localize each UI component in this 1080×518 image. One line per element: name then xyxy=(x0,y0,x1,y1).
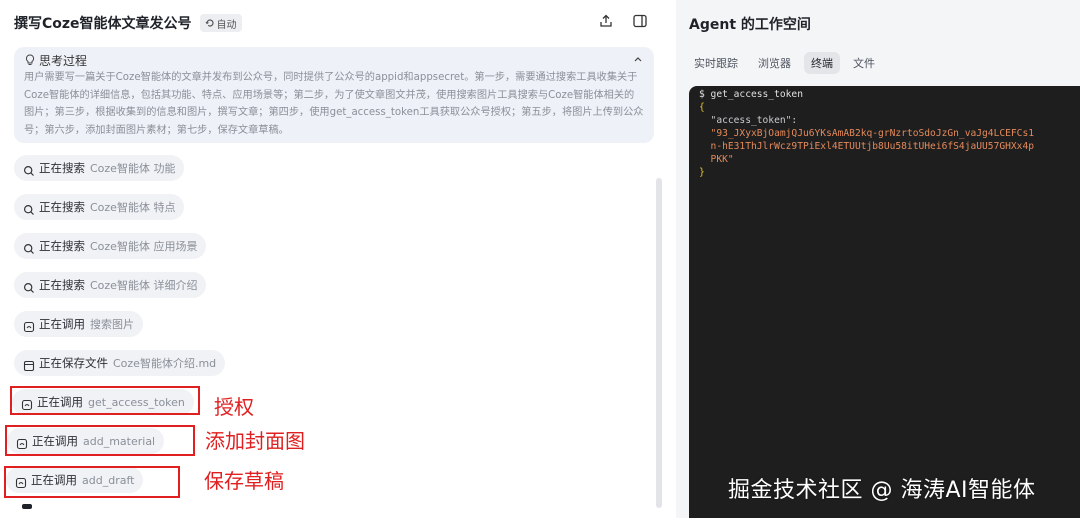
step-item[interactable]: 正在搜索 Coze智能体 特点 xyxy=(14,194,185,220)
chat-panel: 撰写Coze智能体文章发公号 自动 思考过程 用户需要写一篇关于Coze智能体的… xyxy=(0,0,668,518)
thinking-text: 用户需要写一篇关于Coze智能体的文章并发布到公众号，同时提供了公众号的appi… xyxy=(24,72,644,136)
auto-mode-badge[interactable]: 自动 xyxy=(199,14,242,32)
sidebar-toggle-icon[interactable] xyxy=(632,13,648,29)
step-target: 搜索图片 xyxy=(90,318,134,331)
step-item[interactable]: 正在搜索 Coze智能体 详细介绍 xyxy=(14,272,207,298)
thinking-header[interactable]: 思考过程 xyxy=(24,51,644,69)
step-target: Coze智能体 应用场景 xyxy=(90,240,198,253)
auto-mode-label: 自动 xyxy=(216,19,237,31)
highlight-box-auth xyxy=(10,386,200,415)
workspace-title: Agent 的工作空间 xyxy=(689,17,811,33)
step-item[interactable]: 正在搜索 Coze智能体 功能 xyxy=(14,155,185,181)
step-action: 正在搜索 xyxy=(39,161,85,175)
tab-live-tracking[interactable]: 实时跟踪 xyxy=(687,52,745,74)
step-item[interactable]: 正在调用 搜索图片 xyxy=(14,311,143,337)
step-action: 正在搜索 xyxy=(39,200,85,214)
step-action: 正在搜索 xyxy=(39,239,85,253)
terminal-output: $ get_access_token { "access_token": "93_… xyxy=(689,86,1080,518)
step-action: 正在调用 xyxy=(39,317,85,331)
terminal-line: } xyxy=(699,167,705,178)
search-icon xyxy=(23,240,35,254)
tab-terminal[interactable]: 终端 xyxy=(804,52,840,74)
terminal-line: "93_JXyxBjOamjQJu6YKsAmAB2kq-grNzrtoSdoJ… xyxy=(699,128,1035,139)
loading-indicator xyxy=(22,504,32,509)
task-title-bar: 撰写Coze智能体文章发公号 自动 xyxy=(14,12,242,34)
auto-mode-icon xyxy=(205,19,214,27)
annotation-draft: 保存草稿 xyxy=(204,469,284,493)
tab-files[interactable]: 文件 xyxy=(846,52,882,74)
annotation-auth: 授权 xyxy=(214,395,254,419)
highlight-box-material xyxy=(5,425,195,456)
terminal-line: PKK" xyxy=(699,154,734,165)
terminal-line: $ get_access_token xyxy=(699,89,803,100)
watermark: 掘金技术社区 @ 海涛AI智能体 xyxy=(728,478,1036,503)
highlight-box-draft xyxy=(4,466,180,498)
terminal-line: "access_token": xyxy=(699,115,798,126)
chat-scrollbar[interactable] xyxy=(656,178,662,508)
task-title: 撰写Coze智能体文章发公号 xyxy=(14,16,192,32)
terminal-line: n-hE31ThJlrWcz9TPiExl4ETUUtjb8Uu58itUHei… xyxy=(699,141,1035,152)
step-item[interactable]: 正在搜索 Coze智能体 应用场景 xyxy=(14,233,207,259)
agent-workspace-panel: Agent 的工作空间 实时跟踪 浏览器 终端 文件 $ get_access_… xyxy=(676,0,1080,518)
step-target: Coze智能体 详细介绍 xyxy=(90,279,198,292)
annotation-cover: 添加封面图 xyxy=(205,429,305,453)
share-icon[interactable] xyxy=(598,13,614,29)
step-action: 正在搜索 xyxy=(39,278,85,292)
tab-browser[interactable]: 浏览器 xyxy=(751,52,798,74)
search-icon xyxy=(23,162,35,176)
terminal-line: { xyxy=(699,102,705,113)
step-target: Coze智能体 功能 xyxy=(90,162,176,175)
search-icon xyxy=(23,201,35,215)
step-item[interactable]: 正在保存文件 Coze智能体介绍.md xyxy=(14,350,226,376)
thinking-process-panel: 思考过程 用户需要写一篇关于Coze智能体的文章并发布到公众号，同时提供了公众号… xyxy=(14,47,654,143)
thinking-heading: 思考过程 xyxy=(39,53,88,68)
workspace-tabs: 实时跟踪 浏览器 终端 文件 xyxy=(687,52,882,74)
step-target: Coze智能体 特点 xyxy=(90,201,176,214)
chevron-up-icon[interactable] xyxy=(632,53,644,65)
step-action: 正在保存文件 xyxy=(39,356,108,370)
file-icon xyxy=(23,357,35,372)
header-actions xyxy=(598,13,648,29)
step-target: Coze智能体介绍.md xyxy=(113,357,217,370)
tool-icon xyxy=(23,318,35,333)
lightbulb-icon xyxy=(25,54,35,65)
search-icon xyxy=(23,279,35,293)
